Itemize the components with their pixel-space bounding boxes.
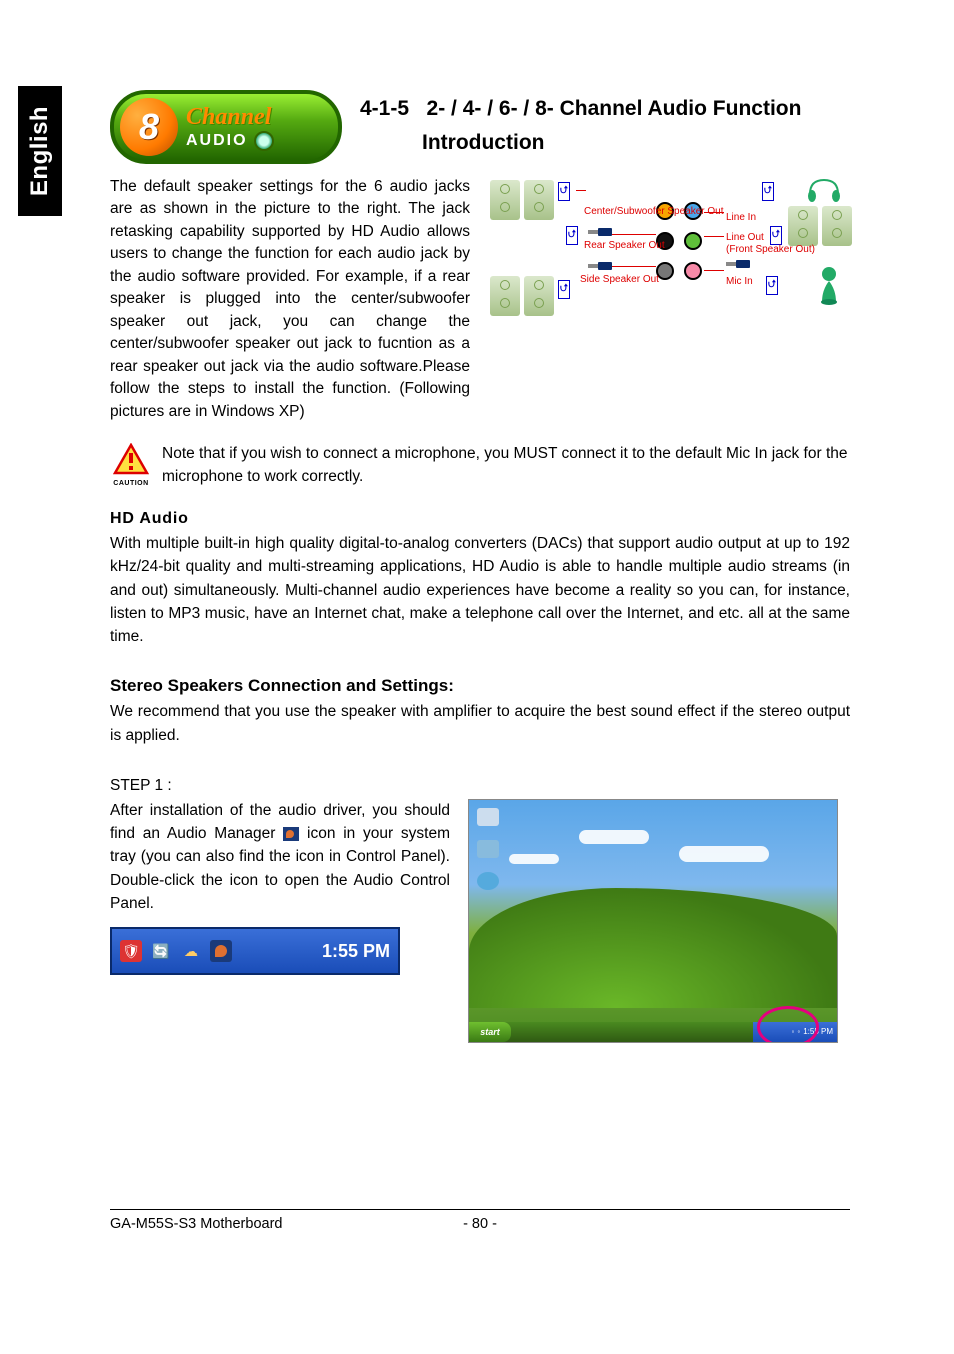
footer-model: GA-M55S-S3 Motherboard: [110, 1216, 282, 1232]
highlight-circle: [757, 1006, 819, 1043]
hd-audio-body: With multiple built-in high quality digi…: [110, 532, 850, 648]
label-side-speaker: Side Speaker Out: [580, 274, 659, 285]
start-button[interactable]: start: [469, 1022, 511, 1042]
tray-clock: 1:55 PM: [322, 941, 390, 962]
channel-audio-logo: 8 Channel AUDIO: [110, 90, 342, 164]
cursor-icon: ⮍: [770, 226, 782, 245]
label-line-out: Line Out: [726, 232, 764, 243]
step1-text: After installation of the audio driver, …: [110, 799, 450, 915]
cursor-icon: ⮍: [766, 276, 778, 295]
plug-icon: [588, 262, 612, 270]
plug-icon: [588, 228, 612, 236]
desktop-screenshot: start ◦ ◦ 1:55 PM: [468, 799, 838, 1043]
audio-manager-tray-icon: [283, 827, 299, 841]
logo-line1: Channel: [186, 104, 274, 131]
tray-refresh-icon: 🔄: [150, 940, 172, 962]
tray-shield-icon: 🛡: [120, 940, 142, 962]
language-tab: English: [18, 86, 62, 216]
stereo-heading: Stereo Speakers Connection and Settings:: [110, 676, 850, 696]
page-footer: GA-M55S-S3 Motherboard - 80 -: [110, 1209, 850, 1232]
section-title: 4-1-5 2- / 4- / 6- / 8- Channel Audio Fu…: [360, 90, 801, 159]
language-label: English: [26, 106, 54, 196]
tray-audio-manager-icon: [210, 940, 232, 962]
logo-line2: AUDIO: [186, 132, 248, 150]
microphone-icon: [816, 266, 842, 306]
headset-icon: [806, 178, 842, 206]
section-number: 4-1-5: [360, 97, 409, 120]
cursor-icon: ⮍: [566, 226, 578, 245]
caution-text: Note that if you wish to connect a micro…: [162, 443, 850, 488]
caution-icon: CAUTION: [110, 443, 152, 488]
system-tray-closeup: 🛡 🔄 ☁ 1:55 PM: [110, 927, 400, 975]
footer-page-number: - 80 -: [463, 1216, 497, 1232]
title-line2: Introduction: [422, 131, 544, 154]
hd-audio-heading: HD Audio: [110, 510, 850, 528]
caution-label: CAUTION: [110, 480, 152, 487]
cursor-icon: ⮍: [762, 182, 774, 201]
label-mic-in: Mic In: [726, 276, 753, 287]
desktop-ie-icon: [475, 872, 501, 898]
plug-icon: [726, 260, 750, 268]
intro-paragraph: The default speaker settings for the 6 a…: [110, 176, 470, 423]
label-center-sub: Center/Subwoofer Speaker Out: [584, 206, 724, 217]
label-front-speaker: (Front Speaker Out): [726, 244, 815, 255]
speaker-icon: [254, 131, 274, 151]
logo-number: 8: [120, 98, 178, 156]
title-line1: 2- / 4- / 6- / 8- Channel Audio Function: [427, 97, 802, 120]
audio-jack-diagram: ⮍ Center/Subwoofer Speaker Out ⮍ Rear Sp…: [488, 176, 848, 326]
desktop-mycomputer-icon: [475, 840, 501, 866]
desktop-recycle-icon: [475, 808, 501, 834]
cursor-icon: ⮍: [558, 280, 570, 299]
tray-network-icon: ☁: [180, 940, 202, 962]
step1-label: STEP 1 :: [110, 777, 850, 795]
stereo-body: We recommend that you use the speaker wi…: [110, 700, 850, 747]
cursor-icon: ⮍: [558, 182, 570, 201]
label-rear-speaker: Rear Speaker Out: [584, 240, 665, 251]
label-line-in: Line In: [726, 212, 756, 223]
